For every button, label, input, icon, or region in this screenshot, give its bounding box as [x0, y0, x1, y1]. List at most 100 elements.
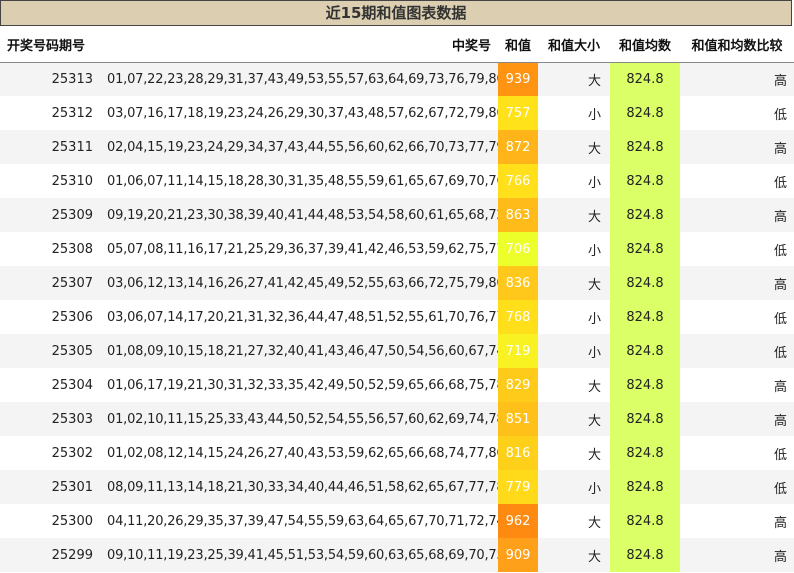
- compare-cell: 高: [680, 538, 794, 572]
- table-row: 25303 01,02,10,11,15,25,33,43,44,50,52,54…: [0, 402, 794, 436]
- size-cell: 小: [538, 470, 610, 504]
- numbers-cell: 01,02,10,11,15,25,33,43,44,50,52,54,55,5…: [100, 402, 498, 436]
- numbers-cell: 05,07,08,11,16,17,21,25,29,36,37,39,41,4…: [100, 232, 498, 266]
- issue-cell: 25307: [0, 266, 100, 300]
- numbers-cell: 08,09,11,13,14,18,21,30,33,34,40,44,46,5…: [100, 470, 498, 504]
- compare-cell: 低: [680, 436, 794, 470]
- sum-cell: 706: [498, 232, 538, 266]
- header-numbers: 中奖号: [100, 28, 498, 63]
- sum-cell: 836: [498, 266, 538, 300]
- issue-cell: 25303: [0, 402, 100, 436]
- size-cell: 大: [538, 504, 610, 538]
- size-cell: 大: [538, 198, 610, 232]
- table-title: 近15期和值图表数据: [0, 0, 792, 26]
- issue-cell: 25311: [0, 130, 100, 164]
- size-cell: 小: [538, 164, 610, 198]
- issue-cell: 25308: [0, 232, 100, 266]
- table-row: 25300 04,11,20,26,29,35,37,39,47,54,55,59…: [0, 504, 794, 538]
- issue-cell: 25312: [0, 96, 100, 130]
- issue-cell: 25304: [0, 368, 100, 402]
- sum-cell: 939: [498, 62, 538, 96]
- avg-cell: 824.8: [610, 266, 680, 300]
- table-row: 25308 05,07,08,11,16,17,21,25,29,36,37,39…: [0, 232, 794, 266]
- sum-cell: 909: [498, 538, 538, 572]
- sum-cell: 779: [498, 470, 538, 504]
- header-size: 和值大小: [538, 28, 610, 63]
- size-cell: 小: [538, 232, 610, 266]
- numbers-cell: 02,04,15,19,23,24,29,34,37,43,44,55,56,6…: [100, 130, 498, 164]
- numbers-cell: 01,06,07,11,14,15,18,28,30,31,35,48,55,5…: [100, 164, 498, 198]
- table-row: 25309 09,19,20,21,23,30,38,39,40,41,44,48…: [0, 198, 794, 232]
- header-compare: 和值和均数比较: [680, 28, 794, 63]
- avg-cell: 824.8: [610, 436, 680, 470]
- table-body: 25313 01,07,22,23,28,29,31,37,43,49,53,55…: [0, 62, 794, 572]
- numbers-cell: 03,06,07,14,17,20,21,31,32,36,44,47,48,5…: [100, 300, 498, 334]
- sum-cell: 768: [498, 300, 538, 334]
- compare-cell: 高: [680, 368, 794, 402]
- size-cell: 小: [538, 300, 610, 334]
- sum-cell: 851: [498, 402, 538, 436]
- size-cell: 大: [538, 436, 610, 470]
- header-issue: 开奖号码期号: [0, 28, 100, 63]
- avg-cell: 824.8: [610, 130, 680, 164]
- table-row: 25302 01,02,08,12,14,15,24,26,27,40,43,53…: [0, 436, 794, 470]
- table-row: 25304 01,06,17,19,21,30,31,32,33,35,42,49…: [0, 368, 794, 402]
- compare-cell: 低: [680, 300, 794, 334]
- sum-cell: 757: [498, 96, 538, 130]
- header-avg: 和值均数: [610, 28, 680, 63]
- table-row: 25312 03,07,16,17,18,19,23,24,26,29,30,37…: [0, 96, 794, 130]
- avg-cell: 824.8: [610, 300, 680, 334]
- size-cell: 大: [538, 402, 610, 436]
- table-row: 25305 01,08,09,10,15,18,21,27,32,40,41,43…: [0, 334, 794, 368]
- avg-cell: 824.8: [610, 198, 680, 232]
- numbers-cell: 01,06,17,19,21,30,31,32,33,35,42,49,50,5…: [100, 368, 498, 402]
- sum-cell: 962: [498, 504, 538, 538]
- issue-cell: 25302: [0, 436, 100, 470]
- sum-cell: 766: [498, 164, 538, 198]
- table-row: 25301 08,09,11,13,14,18,21,30,33,34,40,44…: [0, 470, 794, 504]
- table-row: 25310 01,06,07,11,14,15,18,28,30,31,35,48…: [0, 164, 794, 198]
- numbers-cell: 01,07,22,23,28,29,31,37,43,49,53,55,57,6…: [100, 62, 498, 96]
- size-cell: 大: [538, 368, 610, 402]
- avg-cell: 824.8: [610, 334, 680, 368]
- numbers-cell: 03,06,12,13,14,16,26,27,41,42,45,49,52,5…: [100, 266, 498, 300]
- compare-cell: 高: [680, 198, 794, 232]
- compare-cell: 高: [680, 266, 794, 300]
- compare-cell: 低: [680, 96, 794, 130]
- issue-cell: 25301: [0, 470, 100, 504]
- sum-cell: 719: [498, 334, 538, 368]
- avg-cell: 824.8: [610, 538, 680, 572]
- avg-cell: 824.8: [610, 504, 680, 538]
- avg-cell: 824.8: [610, 470, 680, 504]
- avg-cell: 824.8: [610, 96, 680, 130]
- compare-cell: 低: [680, 232, 794, 266]
- table-row: 25311 02,04,15,19,23,24,29,34,37,43,44,55…: [0, 130, 794, 164]
- issue-cell: 25300: [0, 504, 100, 538]
- compare-cell: 低: [680, 334, 794, 368]
- numbers-cell: 03,07,16,17,18,19,23,24,26,29,30,37,43,4…: [100, 96, 498, 130]
- avg-cell: 824.8: [610, 164, 680, 198]
- compare-cell: 高: [680, 62, 794, 96]
- issue-cell: 25306: [0, 300, 100, 334]
- size-cell: 大: [538, 538, 610, 572]
- sum-cell: 816: [498, 436, 538, 470]
- header-sum: 和值: [498, 28, 538, 63]
- compare-cell: 高: [680, 402, 794, 436]
- avg-cell: 824.8: [610, 62, 680, 96]
- sum-data-table: 开奖号码期号 中奖号 和值 和值大小 和值均数 和值和均数比较 25313 01,…: [0, 28, 794, 572]
- lottery-sum-page: 近15期和值图表数据 开奖号码期号 中奖号 和值 和值大小 和值均数 和值和均数…: [0, 0, 794, 573]
- issue-cell: 25309: [0, 198, 100, 232]
- avg-cell: 824.8: [610, 232, 680, 266]
- issue-cell: 25313: [0, 62, 100, 96]
- table-row: 25299 09,10,11,19,23,25,39,41,45,51,53,54…: [0, 538, 794, 572]
- avg-cell: 824.8: [610, 368, 680, 402]
- issue-cell: 25305: [0, 334, 100, 368]
- compare-cell: 高: [680, 504, 794, 538]
- sum-cell: 863: [498, 198, 538, 232]
- size-cell: 大: [538, 266, 610, 300]
- compare-cell: 高: [680, 130, 794, 164]
- issue-cell: 25310: [0, 164, 100, 198]
- size-cell: 小: [538, 96, 610, 130]
- numbers-cell: 09,19,20,21,23,30,38,39,40,41,44,48,53,5…: [100, 198, 498, 232]
- size-cell: 小: [538, 334, 610, 368]
